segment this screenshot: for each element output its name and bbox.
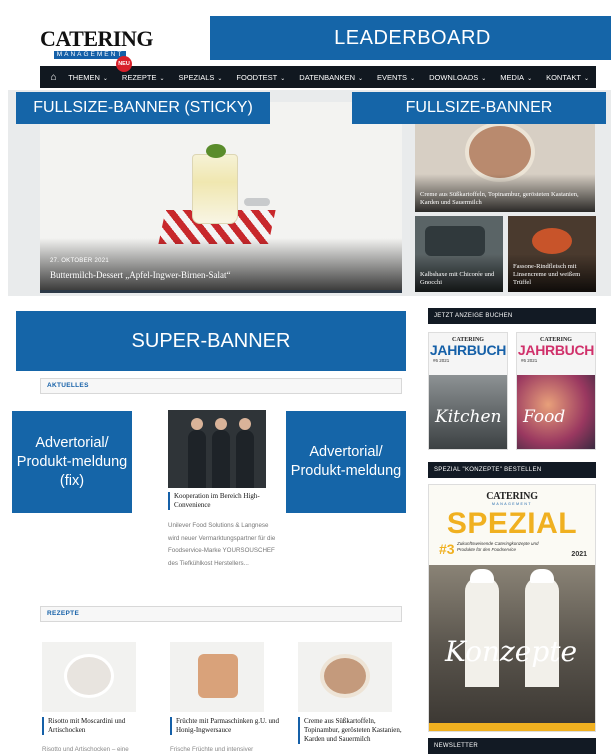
nav-item-kontakt[interactable]: KONTAKT ⌄ (539, 73, 596, 82)
recipe-image-risotto[interactable] (42, 642, 136, 712)
sidebar-head-spezial[interactable]: SPEZIAL "KONZEPTE" BESTELLEN (428, 462, 596, 478)
article-teaser-text: Unilever Food Solutions & Langnese wird … (168, 522, 276, 567)
chevron-down-icon: ⌄ (217, 75, 223, 82)
recipe-plate (198, 654, 238, 698)
chevron-down-icon: ⌄ (102, 75, 108, 82)
hero-overlay (40, 238, 402, 290)
jahrbuch-kitchen-cover[interactable]: CATERING JAHRBUCH #6 2021 Kitchen (428, 332, 508, 450)
super-banner[interactable]: SUPER-BANNER (16, 311, 406, 371)
logo-subline: MANAGEMENT (54, 51, 126, 59)
fullsize-banner[interactable]: FULLSIZE-BANNER (352, 92, 606, 124)
new-badge: NEU (116, 56, 132, 72)
chevron-down-icon: ⌄ (527, 75, 533, 82)
nav-item-downloads[interactable]: DOWNLOADS ⌄ (422, 73, 493, 82)
teaser-caption: Creme aus Süßkartoffeln, Topinambur, ger… (420, 191, 579, 206)
recipe-plate (320, 654, 370, 698)
hero-date: 27. OKTOBER 2021 (50, 258, 110, 264)
recipe-title[interactable]: Creme aus Süßkartoffeln, Topinambur, ger… (298, 717, 410, 744)
chef-hat (470, 569, 494, 583)
leaderboard-banner[interactable]: LEADERBOARD (210, 16, 611, 60)
person-figure (212, 430, 230, 488)
chevron-down-icon: ⌄ (410, 75, 416, 82)
hero-image-dessert (192, 154, 238, 224)
teaser-caption: Kalbshaxe mit Chicorée und Gnocchi (420, 271, 495, 286)
chef-figure (465, 577, 499, 687)
page-frame: CATERING MANAGEMENT LEADERBOARD NEU ⌂ TH… (8, 6, 611, 754)
spezial-konzepte-cover[interactable]: CATERING MANAGEMENT SPEZIAL #3 Zukunftsw… (428, 484, 596, 732)
hero-image-spoon (244, 198, 270, 206)
article-title[interactable]: Kooperation im Bereich High-Convenience (168, 492, 280, 510)
hero-title[interactable]: Buttermilch-Dessert „Apfel-Ingwer-Birnen… (50, 270, 231, 280)
logo-wordmark: CATERING (40, 26, 153, 51)
nav-item-datenbanken[interactable]: DATENBANKEN ⌄ (292, 73, 370, 82)
recipe-image-creme[interactable] (298, 642, 392, 712)
chevron-down-icon: ⌄ (280, 75, 286, 82)
teaser-image (465, 122, 535, 182)
site-logo[interactable]: CATERING MANAGEMENT (40, 26, 153, 59)
cover-footer-strip (429, 723, 595, 731)
recipe-title[interactable]: Risotto mit Moscardini und Artischocken (42, 717, 154, 735)
slider-indicator[interactable] (40, 290, 402, 293)
chevron-down-icon: ⌄ (159, 75, 165, 82)
chevron-down-icon: ⌄ (481, 75, 487, 82)
teaser-caption: Fassone-Rindfleisch mit Linsencreme und … (513, 263, 581, 286)
home-icon[interactable]: ⌂ (46, 72, 61, 83)
person-figure (236, 430, 254, 488)
teaser-image (425, 226, 485, 256)
recipe-teaser-text: Frische Früchte und intensiver (170, 746, 254, 753)
nav-item-foodtest[interactable]: FOODTEST ⌄ (229, 73, 292, 82)
nav-item-rezepte[interactable]: REZEPTE ⌄ (115, 73, 172, 82)
hero-slide[interactable]: 27. OKTOBER 2021 Buttermilch-Dessert „Ap… (40, 102, 402, 290)
chevron-down-icon: ⌄ (358, 75, 364, 82)
sidebar-head-anzeige[interactable]: JETZT ANZEIGE BUCHEN (428, 308, 596, 324)
person-head (239, 418, 251, 430)
teaser-card-fassone[interactable]: Fassone-Rindfleisch mit Linsencreme und … (508, 216, 596, 292)
advertorial-fix-banner[interactable]: Advertorial/ Produkt-meldung (fix) (12, 411, 132, 513)
recipe-title[interactable]: Früchte mit Parmaschinken g.U. und Honig… (170, 717, 282, 735)
recipe-plate (64, 654, 114, 698)
teaser-card-kalbshaxe[interactable]: Kalbshaxe mit Chicorée und Gnocchi (415, 216, 503, 292)
jahrbuch-food-cover[interactable]: CATERING JAHRBUCH #6 2021 Food (516, 332, 596, 450)
recipe-image-fruechte[interactable] (170, 642, 264, 712)
section-head-aktuelles[interactable]: AKTUELLES (40, 378, 402, 394)
teaser-image (532, 228, 572, 254)
person-head (215, 418, 227, 430)
person-head (191, 418, 203, 430)
nav-item-media[interactable]: MEDIA ⌄ (493, 73, 539, 82)
hero-image-mint (206, 144, 226, 158)
nav-item-events[interactable]: EVENTS ⌄ (370, 73, 422, 82)
sidebar-head-newsletter[interactable]: NEWSLETTER (428, 738, 596, 754)
article-image[interactable] (168, 410, 266, 488)
section-head-rezepte[interactable]: REZEPTE (40, 606, 402, 622)
chevron-down-icon: ⌄ (583, 75, 589, 82)
fullsize-banner-sticky[interactable]: FULLSIZE-BANNER (STICKY) (16, 92, 270, 124)
nav-item-themen[interactable]: THEMEN ⌄ (61, 73, 115, 82)
recipe-teaser-text: Risotto und Artischocken – eine (42, 746, 129, 753)
chef-figure (525, 577, 559, 687)
chef-hat (530, 569, 554, 583)
person-figure (188, 430, 206, 488)
advertorial-banner[interactable]: Advertorial/ Produkt-meldung (286, 411, 406, 513)
nav-item-spezials[interactable]: SPEZIALS ⌄ (172, 73, 230, 82)
